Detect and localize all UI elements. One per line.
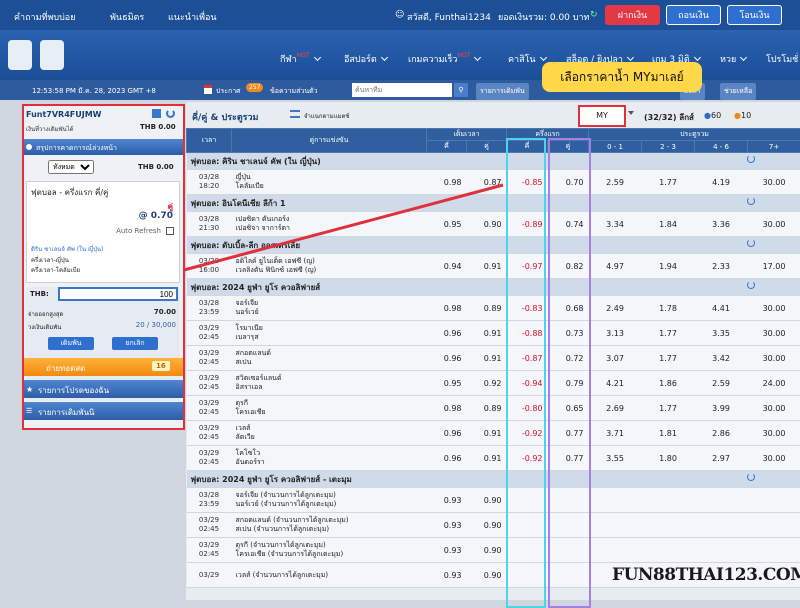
watermark-logo: FUN88THAI123.COM	[612, 565, 800, 585]
connector-line	[0, 0, 800, 600]
